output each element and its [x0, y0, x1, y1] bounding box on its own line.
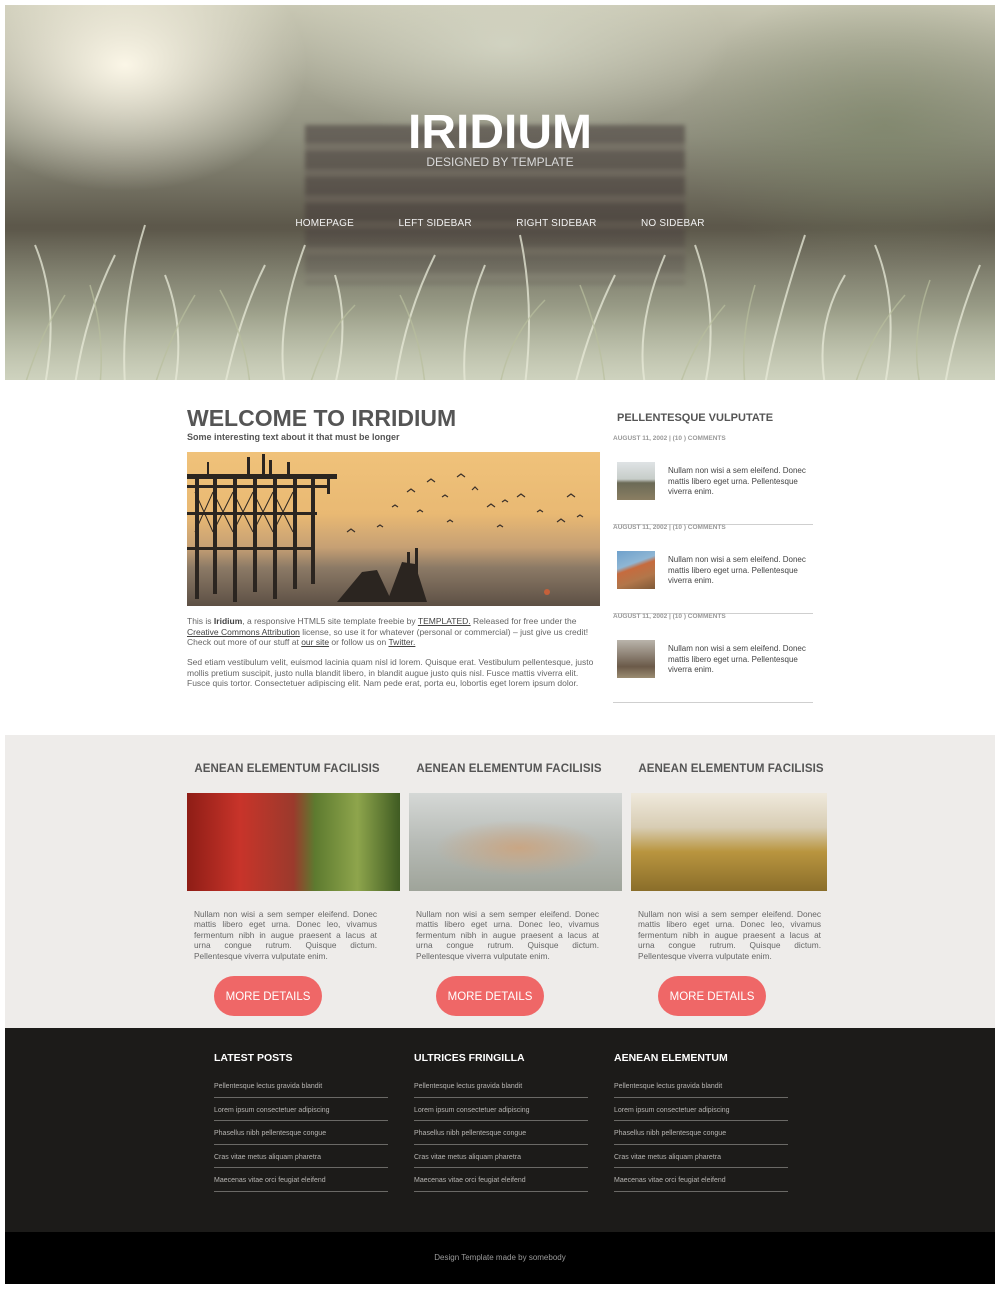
post-excerpt: Nullam non wisi a sem eleifend. Donec ma… [668, 466, 806, 496]
intro-text-3: Released for free under the [470, 616, 577, 626]
footer-link[interactable]: Cras vitae metus aliquam pharetra [214, 1145, 388, 1168]
content-column: WELCOME TO IRRIDIUM Some interesting tex… [187, 405, 600, 688]
main-nav: HOMEPAGE LEFT SIDEBAR RIGHT SIDEBAR NO S… [5, 213, 995, 231]
footer-link[interactable]: Cras vitae metus aliquam pharetra [414, 1145, 588, 1168]
templated-link[interactable]: TEMPLATED. [418, 616, 471, 626]
pier-birds-photo [187, 452, 600, 606]
page-title: WELCOME TO IRRIDIUM [187, 405, 457, 431]
rusty-barrel-photo [187, 793, 400, 891]
footer-link[interactable]: Cras vitae metus aliquam pharetra [614, 1145, 788, 1168]
footer-link[interactable]: Phasellus nibh pellentesque congue [414, 1121, 588, 1145]
post-excerpt: Nullam non wisi a sem eleifend. Donec ma… [668, 555, 806, 585]
nav-link-homepage[interactable]: HOMEPAGE [295, 218, 354, 229]
footer-link[interactable]: Maecenas vitae orci feugiat eleifend [214, 1168, 388, 1192]
page-subtitle: Some interesting text about it that must… [187, 432, 400, 442]
nav-link-right-sidebar[interactable]: RIGHT SIDEBAR [516, 218, 596, 229]
featured-text: Nullam non wisi a sem semper eleifend. D… [194, 909, 377, 961]
footer-column-title: LATEST POSTS [214, 1052, 293, 1064]
sidebar-post[interactable]: AUGUST 11, 2002 | (10 ) COMMENTS Nullam … [613, 613, 813, 703]
featured-title: AENEAN ELEMENTUM FACILISIS [194, 763, 380, 775]
intro-text-1: This is [187, 616, 214, 626]
barbed-wire-field-photo [631, 793, 827, 891]
footer-link[interactable]: Lorem ipsum consectetuer adipiscing [414, 1098, 588, 1121]
footer-link[interactable]: Pellentesque lectus gravida blandit [614, 1074, 788, 1098]
featured-section: AENEAN ELEMENTUM FACILISIS Nullam non wi… [5, 735, 995, 1028]
post-meta: AUGUST 11, 2002 | (10 ) COMMENTS [613, 613, 726, 620]
footer-column-title: ULTRICES FRINGILLA [414, 1052, 525, 1064]
footer-link[interactable]: Lorem ipsum consectetuer adipiscing [614, 1098, 788, 1121]
more-details-button[interactable]: MORE DETAILS [214, 976, 322, 1016]
intro-brand-name: Iridium [213, 616, 243, 626]
sidebar-post[interactable]: AUGUST 11, 2002 | (10 ) COMMENTS Nullam … [613, 435, 813, 525]
intro-text-2: , a responsive HTML5 site template freeb… [242, 616, 418, 626]
nav-link-left-sidebar[interactable]: LEFT SIDEBAR [398, 218, 471, 229]
more-details-button[interactable]: MORE DETAILS [436, 976, 544, 1016]
footer-link-list: Pellentesque lectus gravida blandit Lore… [614, 1074, 788, 1192]
copyright-text: Design Template made by somebody [5, 1232, 995, 1284]
footer-link[interactable]: Pellentesque lectus gravida blandit [414, 1074, 588, 1098]
featured-title: AENEAN ELEMENTUM FACILISIS [638, 763, 824, 775]
featured-text: Nullam non wisi a sem semper eleifend. D… [416, 909, 599, 961]
post-meta: AUGUST 11, 2002 | (10 ) COMMENTS [613, 524, 726, 531]
footer-link-list: Pellentesque lectus gravida blandit Lore… [214, 1074, 388, 1192]
nav-link-no-sidebar[interactable]: NO SIDEBAR [641, 218, 705, 229]
post-excerpt: Nullam non wisi a sem eleifend. Donec ma… [668, 644, 806, 674]
site-title: IRIDIUM [408, 106, 592, 159]
footer-link[interactable]: Phasellus nibh pellentesque congue [614, 1121, 788, 1145]
more-details-button[interactable]: MORE DETAILS [658, 976, 766, 1016]
site-tagline: DESIGNED BY TEMPLATE [426, 155, 574, 169]
footer-link-list: Pellentesque lectus gravida blandit Lore… [414, 1074, 588, 1192]
wheat-stalk-photo [409, 793, 622, 891]
footer: LATEST POSTS Pellentesque lectus gravida… [5, 1028, 995, 1232]
post-thumbnail[interactable] [617, 640, 655, 678]
license-link[interactable]: Creative Commons Attribution [187, 627, 300, 637]
footer-link[interactable]: Phasellus nibh pellentesque congue [214, 1121, 388, 1145]
intro-paragraph: This is Iridium, a responsive HTML5 site… [187, 616, 600, 648]
featured-text: Nullam non wisi a sem semper eleifend. D… [638, 909, 821, 961]
post-meta: AUGUST 11, 2002 | (10 ) COMMENTS [613, 435, 726, 442]
featured-title: AENEAN ELEMENTUM FACILISIS [416, 763, 602, 775]
twitter-link[interactable]: Twitter. [388, 637, 415, 647]
footer-column-title: AENEAN ELEMENTUM [614, 1052, 728, 1064]
header-banner: IRIDIUM DESIGNED BY TEMPLATE HOMEPAGE LE… [5, 5, 995, 380]
our-site-link[interactable]: our site [301, 637, 329, 647]
sidebar-post[interactable]: AUGUST 11, 2002 | (10 ) COMMENTS Nullam … [613, 524, 813, 614]
footer-link[interactable]: Maecenas vitae orci feugiat eleifend [414, 1168, 588, 1192]
post-thumbnail[interactable] [617, 551, 655, 589]
post-thumbnail[interactable] [617, 462, 655, 500]
footer-link[interactable]: Maecenas vitae orci feugiat eleifend [614, 1168, 788, 1192]
footer-link[interactable]: Lorem ipsum consectetuer adipiscing [214, 1098, 388, 1121]
sidebar: PELLENTESQUE VULPUTATE AUGUST 11, 2002 |… [613, 405, 813, 703]
body-paragraph: Sed etiam vestibulum velit, euismod laci… [187, 657, 594, 688]
sidebar-title: PELLENTESQUE VULPUTATE [617, 412, 774, 424]
footer-link[interactable]: Pellentesque lectus gravida blandit [214, 1074, 388, 1098]
intro-text-5: or follow us on [329, 637, 389, 647]
